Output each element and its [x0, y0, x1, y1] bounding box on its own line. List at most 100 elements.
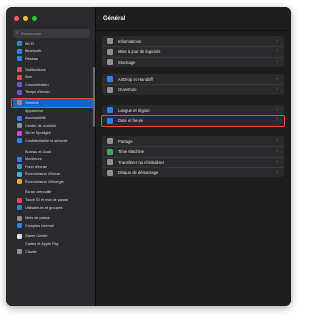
settings-row[interactable]: Stockage ›	[102, 56, 284, 67]
sidebar-item[interactable]: Concentration	[13, 81, 93, 89]
settings-row-label: AirDrop et Handoff	[118, 76, 153, 82]
settings-row[interactable]: Informations ›	[102, 36, 284, 46]
zoom-button[interactable]	[32, 16, 37, 21]
sidebar-item[interactable]: Siri et Spotlight	[13, 130, 93, 138]
sidebar-item-label: Touch ID et mot de passe	[25, 198, 69, 203]
sidebar-item-label: Confidentialité et sécurité	[25, 138, 68, 143]
sidebar-item[interactable]: Bluetooth	[13, 48, 93, 56]
sidebar-item[interactable]: Utilisateurs et groupes	[13, 204, 93, 212]
chevron-right-icon: ›	[276, 117, 278, 124]
settings-row[interactable]: Mise à jour de logiciels ›	[102, 46, 284, 56]
sidebar-item[interactable]: Moniteurs	[13, 155, 93, 163]
wallet-icon	[17, 241, 22, 247]
settings-row[interactable]: AirDrop et Handoff ›	[102, 74, 284, 84]
sidebar-item-label: Économiseur d'écran	[25, 172, 61, 177]
sidebar-item-label: Apparence	[25, 108, 44, 113]
screensaver-icon	[17, 171, 22, 177]
settings-group: Partage › Time Machine › Transférer ou réini…	[102, 136, 284, 178]
appearance-icon	[17, 108, 22, 114]
keyboard-icon	[17, 249, 22, 255]
sidebar-item[interactable]: Général	[11, 97, 94, 108]
calendar-clock-icon	[107, 117, 113, 124]
chevron-right-icon: ›	[276, 37, 278, 44]
sidebar-item[interactable]: Notifications	[13, 66, 93, 74]
settings-row-label: Date et heure	[118, 118, 144, 124]
sidebar-item[interactable]: Écran verrouillé	[13, 189, 93, 197]
sidebar-item-label: Comptes Internet	[25, 223, 55, 228]
sidebar-item[interactable]: Mots de passe	[13, 214, 93, 222]
sidebar-item-label: Bluetooth	[25, 49, 42, 54]
sidebar-item-label: Écran verrouillé	[25, 190, 52, 195]
sidebar-item-label: Bureau et Dock	[25, 149, 52, 154]
time-machine-icon	[107, 148, 113, 155]
sidebar-item-label: Économiseur d'énergie	[25, 179, 64, 184]
sidebar-item[interactable]: Game Center	[13, 233, 93, 241]
bluetooth-icon	[17, 48, 22, 54]
settings-group: Informations › Mise à jour de logiciels › St…	[102, 36, 284, 67]
sidebar-item-label: Centre de contrôle	[25, 123, 57, 128]
software-update-icon	[107, 48, 113, 55]
sidebar-item[interactable]: Fond d'écran	[13, 163, 93, 171]
settings-row-label: Time Machine	[118, 149, 145, 155]
lock-screen-icon	[17, 189, 22, 195]
sidebar-item[interactable]: Réseau	[13, 55, 93, 63]
sidebar-item[interactable]: Confidentialité et sécurité	[13, 137, 93, 145]
minimize-button[interactable]	[23, 16, 28, 21]
sidebar-item[interactable]: Économiseur d'écran	[13, 171, 93, 179]
settings-row[interactable]: Langue et région ›	[102, 105, 284, 115]
search-field[interactable]: ⌕	[13, 29, 90, 38]
settings-row[interactable]: Disque de démarrage ›	[102, 166, 284, 177]
settings-row[interactable]: Ouverture ›	[102, 84, 284, 94]
storage-icon	[107, 59, 113, 66]
page-title: Général	[103, 16, 126, 22]
globe-icon	[107, 107, 113, 114]
key-icon	[17, 215, 22, 221]
sidebar-list: Wi-Fi Bluetooth Réseau Notifications Son Conc…	[11, 40, 94, 256]
sidebar-item-label: Clavier	[25, 249, 37, 254]
sidebar-item[interactable]: Clavier	[13, 248, 93, 256]
sidebar-item[interactable]: Son	[13, 73, 93, 81]
screen-time-icon	[17, 89, 22, 95]
sidebar-item-label: Réseau	[25, 56, 39, 61]
privacy-hand-icon	[17, 138, 22, 144]
chevron-right-icon: ›	[276, 86, 278, 93]
chevron-right-icon: ›	[276, 137, 278, 144]
chevron-right-icon: ›	[276, 158, 278, 165]
network-icon	[17, 56, 22, 62]
game-center-icon	[17, 233, 22, 239]
sidebar-item-label: Utilisateurs et groupes	[25, 205, 63, 210]
accessibility-icon	[17, 115, 22, 121]
reset-icon	[107, 159, 113, 166]
sidebar-scrollbar[interactable]	[93, 67, 95, 127]
settings-row[interactable]: Transférer ou réinitialiser ›	[102, 156, 284, 167]
display-icon	[17, 156, 22, 162]
sidebar-item[interactable]: Temps d'écran	[13, 89, 93, 97]
search-icon: ⌕	[16, 30, 19, 36]
sidebar-item-label: Général	[25, 100, 39, 105]
settings-row[interactable]: Time Machine ›	[102, 146, 284, 156]
settings-row[interactable]: Partage ›	[102, 136, 284, 146]
sidebar-item[interactable]: Touch ID et mot de passe	[13, 196, 93, 204]
settings-window: ⌕ Wi-Fi Bluetooth Réseau Notifications Son Co…	[6, 7, 291, 306]
sidebar-item[interactable]: Cartes et Apple Pay	[13, 240, 93, 248]
sidebar-item[interactable]: Bureau et Dock	[13, 148, 93, 156]
sidebar-item[interactable]: Wi-Fi	[13, 40, 93, 48]
chevron-right-icon: ›	[276, 75, 278, 82]
settings-row-label: Mise à jour de logiciels	[118, 49, 161, 55]
siri-icon	[17, 130, 22, 136]
close-button[interactable]	[14, 16, 19, 21]
sidebar-item[interactable]: Comptes Internet	[13, 222, 93, 230]
search-input[interactable]	[20, 29, 81, 38]
control-center-icon	[17, 123, 22, 129]
sidebar-item[interactable]: Accessibilité	[13, 114, 93, 122]
settings-row[interactable]: Date et heure ›	[101, 115, 285, 127]
sidebar-item[interactable]: Apparence	[13, 107, 93, 115]
settings-row-label: Stockage	[118, 59, 136, 65]
sidebar-item[interactable]: Économiseur d'énergie	[13, 178, 93, 186]
sidebar-item[interactable]: Centre de contrôle	[13, 122, 93, 130]
settings-row-label: Informations	[118, 38, 142, 44]
energy-icon	[17, 179, 22, 185]
chevron-right-icon: ›	[276, 106, 278, 113]
sidebar-item-label: Mots de passe	[25, 216, 50, 221]
settings-group: AirDrop et Handoff › Ouverture ›	[102, 74, 284, 95]
